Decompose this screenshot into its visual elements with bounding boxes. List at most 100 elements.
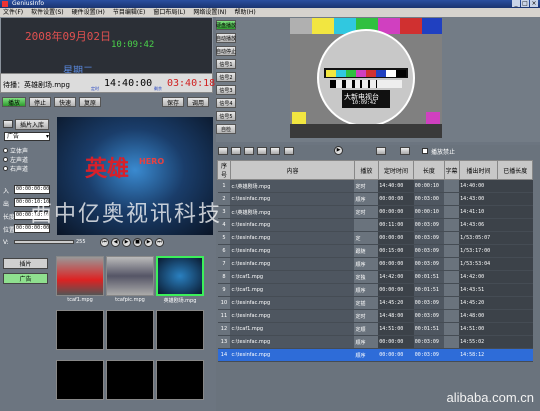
row-played	[497, 322, 533, 336]
tab-clip[interactable]: 插片	[3, 258, 48, 269]
sidebar-button-auto-play[interactable]: 自动播放	[216, 33, 236, 43]
sidebar-button-auto-stop[interactable]: 自动停止	[216, 46, 236, 56]
row-length: 00:03:09	[413, 244, 444, 258]
table-row[interactable]: 12 c:\tcaf1.mpg 定顺 14:51:00 00:01:51 14:51:00	[217, 322, 533, 336]
edit-icon[interactable]	[400, 147, 410, 155]
thumb-3[interactable]	[156, 256, 204, 296]
col-caption[interactable]: 字幕	[443, 160, 460, 180]
table-row[interactable]: 7 c:\tesinfac.mpg 顺序 00:00:00 00:03:09 1/53:5…	[217, 257, 533, 271]
minimize-button[interactable]: _	[512, 0, 520, 7]
menu-program[interactable]: 节目编辑(E)	[113, 8, 145, 17]
sidebar-button-signal-4[interactable]: 信号4	[216, 98, 236, 108]
thumb-1[interactable]	[56, 256, 104, 296]
row-played	[497, 205, 533, 219]
list-icon[interactable]	[284, 147, 294, 155]
col-airtime[interactable]: 播出时间	[458, 160, 499, 180]
sidebar-button-signal-1[interactable]: 信号1	[216, 59, 236, 69]
sidebar-button-hdd[interactable]: 硬盘播放	[216, 20, 236, 30]
sidebar-button-signal-2[interactable]: 信号2	[216, 72, 236, 82]
thumb-slot[interactable]	[106, 310, 154, 350]
table-row[interactable]: 4 c:\tesinfac.mpg 00:11:00 00:03:09 14:43:06	[217, 218, 533, 232]
thumb-2[interactable]	[106, 256, 154, 296]
row-scheduled: 14:40:00	[378, 179, 414, 193]
sidebar-button-signal-5[interactable]: 信号5	[216, 111, 236, 121]
maximize-button[interactable]: □	[521, 0, 529, 7]
menu-help[interactable]: 帮助(H)	[235, 8, 256, 17]
tab-ads[interactable]: 广告	[3, 273, 48, 284]
thumb-slot[interactable]	[56, 310, 104, 350]
table-row[interactable]: 10 c:\tesinfac.mpg 定插 14:45:20 00:03:09 14:45…	[217, 296, 533, 310]
speed-button[interactable]: 快速	[54, 97, 76, 107]
table-row[interactable]: 3 c:\英雄剧场.mpg 定时 00:00:00 00:00:10 14:41:10	[217, 205, 533, 219]
menu-file[interactable]: 文件(F)	[3, 8, 23, 17]
radio-left[interactable]: 左声道	[3, 155, 28, 164]
menu-software[interactable]: 软件设置(S)	[31, 8, 64, 17]
out-label: 出	[3, 201, 10, 208]
thumb-slot[interactable]	[106, 360, 154, 400]
menu-hardware[interactable]: 硬件设置(H)	[72, 8, 105, 17]
folder-icon[interactable]	[3, 120, 13, 128]
row-content: c:\tcaf1.mpg	[230, 283, 355, 297]
thumb-3-label: 英雄剧场.mpg	[163, 298, 197, 304]
close-button[interactable]: ×	[530, 0, 538, 7]
playlist-panel: ▶ 播放禁止 序号 内容 播放 定时时间 长度 字幕 播出时间 已播长度 1 c:…	[216, 145, 540, 411]
thumb-slot[interactable]	[156, 360, 204, 400]
insert-button[interactable]: 插片入库	[15, 119, 49, 130]
col-played[interactable]: 已播长度	[497, 160, 533, 180]
radio-stereo[interactable]: 立体声	[3, 146, 28, 155]
list-icon[interactable]	[231, 147, 241, 155]
row-airtime: 1/53:53:04	[459, 257, 498, 271]
play-icon[interactable]: ▶	[334, 146, 343, 155]
col-scheduled[interactable]: 定时时间	[377, 160, 415, 180]
prev-icon[interactable]: ⏮	[100, 238, 109, 247]
sidebar-button-signal-3[interactable]: 信号3	[216, 85, 236, 95]
list-icon[interactable]	[270, 147, 280, 155]
radio-right[interactable]: 右声道	[3, 164, 28, 173]
no-play-checkbox[interactable]	[422, 148, 428, 154]
volume-slider[interactable]	[14, 240, 74, 244]
list-icon[interactable]	[218, 147, 228, 155]
table-row[interactable]: 13 c:\tesinfac.mpg 顺序 00:00:00 00:03:09 14:55…	[217, 335, 533, 349]
save-button[interactable]: 保存	[162, 97, 184, 107]
col-content[interactable]: 内容	[229, 160, 355, 180]
row-length: 00:03:09	[413, 231, 444, 245]
table-row[interactable]: 6 c:\tesinfac.mpg 跟随 00:15:00 00:03:09 1/53:1…	[217, 244, 533, 258]
restart-button[interactable]: 复原	[79, 97, 101, 107]
row-caption	[444, 205, 460, 219]
rewind-icon[interactable]: ◀	[111, 238, 120, 247]
row-content: c:\英雄剧场.mpg	[230, 179, 355, 193]
stop-button[interactable]: 停止	[29, 97, 51, 107]
col-length[interactable]: 长度	[413, 160, 445, 180]
col-index[interactable]: 序号	[217, 160, 231, 180]
open-button[interactable]: 调用	[187, 97, 209, 107]
font-icon[interactable]	[376, 147, 386, 155]
table-row[interactable]: 11 c:\tesinfac.mpg 定时 14:48:00 00:03:09 14:48…	[217, 309, 533, 323]
table-row[interactable]: 8 c:\tcaf1.mpg 定独 14:42:00 00:01:51 14:42:00	[217, 270, 533, 284]
table-row[interactable]: 1 c:\英雄剧场.mpg 定时 14:40:00 00:00:10 14:40:00	[217, 179, 533, 193]
col-mode[interactable]: 播放	[353, 160, 379, 180]
next-icon[interactable]: ⏭	[155, 238, 164, 247]
row-caption	[444, 192, 460, 206]
row-mode: 顺序	[354, 335, 379, 349]
thumb-slot[interactable]	[156, 310, 204, 350]
menu-network[interactable]: 网络设置(N)	[193, 8, 226, 17]
table-row[interactable]: 14 c:\tesinfac.mpg 顺序 00:00:00 00:03:09 14:58…	[217, 348, 533, 362]
play-button[interactable]: 播放	[2, 97, 26, 107]
list-icon[interactable]	[257, 147, 267, 155]
row-played	[497, 283, 533, 297]
remain-time: 03:40:18	[167, 78, 216, 89]
list-icon[interactable]	[244, 147, 254, 155]
table-row[interactable]: 9 c:\tcaf1.mpg 顺序 00:00:00 00:01:51 14:43:51	[217, 283, 533, 297]
menu-layout[interactable]: 窗口布局(L)	[153, 8, 185, 17]
table-row[interactable]: 2 c:\tesinfac.mpg 顺序 00:00:00 00:03:00 14:43:…	[217, 192, 533, 206]
table-row[interactable]: 5 c:\tesinfac.mpg 定 00:00:00 00:03:09 1/53:05…	[217, 231, 533, 245]
forward-icon[interactable]: ▶	[144, 238, 153, 247]
row-scheduled: 00:00:00	[378, 348, 414, 362]
in-field[interactable]: 00:00:00:00	[14, 185, 50, 194]
thumb-slot[interactable]	[56, 360, 104, 400]
radio-right-label: 右声道	[10, 166, 29, 173]
stop-icon[interactable]: ■	[133, 238, 142, 247]
sidebar-button-check[interactable]: 自检	[216, 124, 236, 134]
type-select[interactable]: 广告 ▾	[4, 132, 50, 141]
play-icon[interactable]: ▶	[122, 238, 131, 247]
